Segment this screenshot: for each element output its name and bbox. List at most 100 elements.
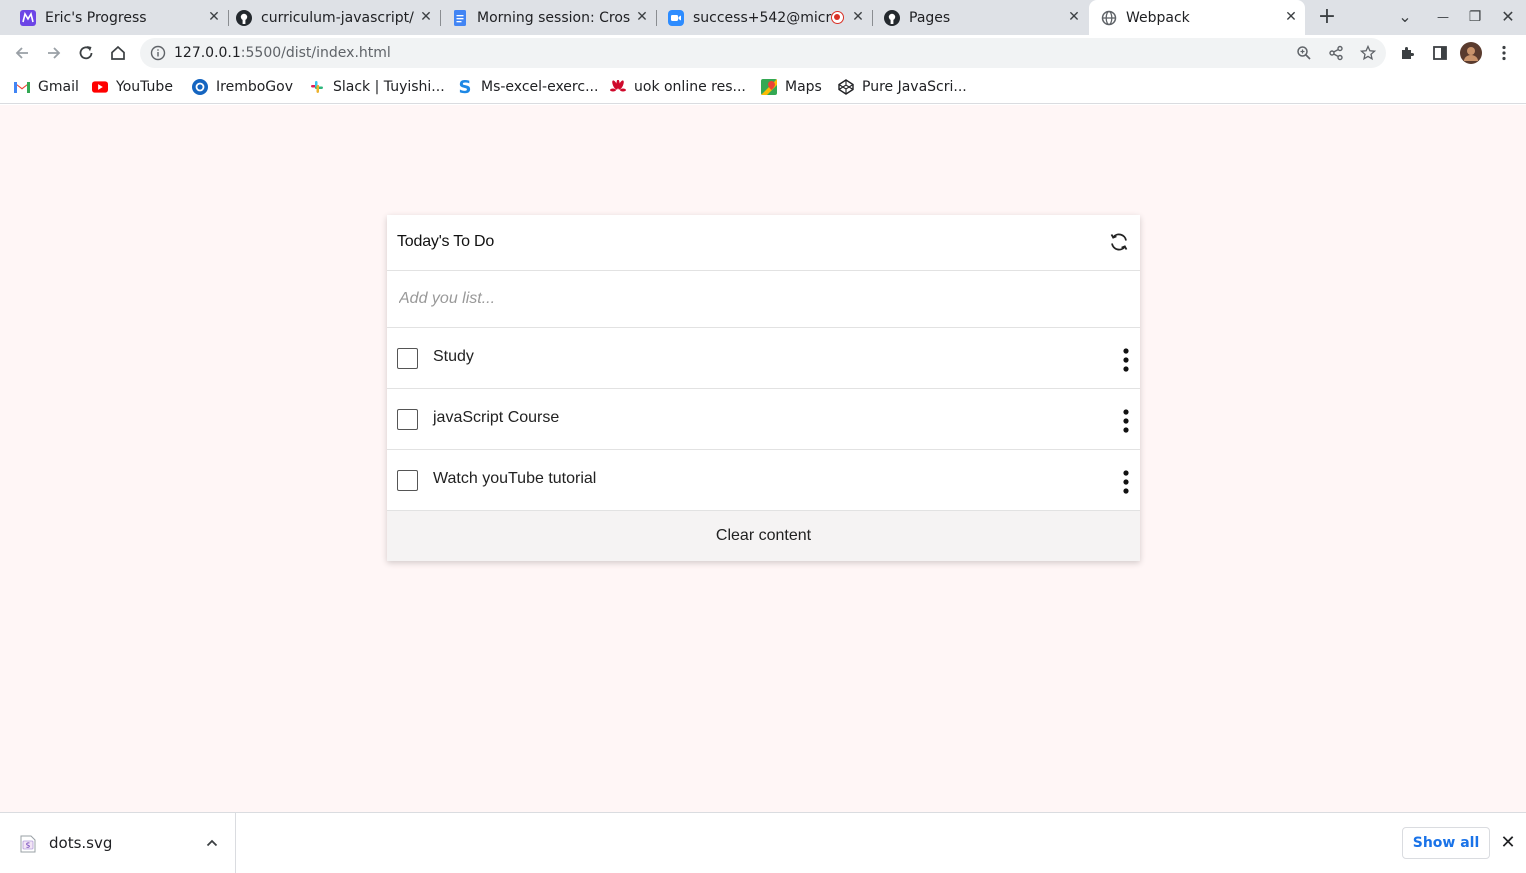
tab-title: Morning session: Cros <box>477 9 631 26</box>
bookmark-maps[interactable]: Maps <box>761 78 822 96</box>
chrome-menu-button[interactable] <box>1490 39 1518 67</box>
profile-avatar[interactable] <box>1457 39 1485 67</box>
todo-item: Watch youTube tutorial <box>387 450 1140 511</box>
bookmark-label: Ms-excel-exerc... <box>481 79 599 95</box>
github-icon <box>884 9 900 26</box>
bookmark-label: uok online res... <box>634 79 746 95</box>
vertical-dots-icon[interactable] <box>1118 346 1134 374</box>
arrow-left-icon <box>15 47 28 59</box>
back-button[interactable] <box>8 39 36 67</box>
window-close-button[interactable]: ✕ <box>1496 6 1520 28</box>
reload-icon <box>79 46 93 60</box>
todo-checkbox[interactable] <box>397 348 418 369</box>
globe-icon <box>1101 10 1117 26</box>
side-panel-icon <box>1433 46 1447 60</box>
download-file-name: dots.svg <box>49 834 113 852</box>
download-item[interactable]: dots.svg <box>0 813 236 873</box>
bookmark-pure-javascript[interactable]: Pure JavaScri... <box>838 78 967 96</box>
s-icon: S <box>458 76 472 98</box>
vertical-dots-icon[interactable] <box>1118 407 1134 435</box>
zoom-magnifier-icon[interactable] <box>1296 45 1312 61</box>
bookmark-uok[interactable]: uok online res... <box>610 78 746 96</box>
tab-curriculum-javascript[interactable]: curriculum-javascript/ ✕ <box>224 0 440 35</box>
address-bar[interactable]: 127.0.0.1:5500/dist/index.html <box>140 38 1386 68</box>
todo-label[interactable]: Watch youTube tutorial <box>433 470 596 488</box>
close-icon[interactable]: ✕ <box>634 9 650 25</box>
close-icon[interactable]: ✕ <box>850 9 866 25</box>
home-button[interactable] <box>104 39 132 67</box>
bookmark-ms-excel[interactable]: S Ms-excel-exerc... <box>457 76 599 98</box>
url-host: 127.0.0.1 <box>174 45 241 61</box>
tab-title: success+542@micr <box>693 9 832 26</box>
refresh-icon[interactable] <box>1108 231 1130 253</box>
bookmark-label: IremboGov <box>216 79 293 95</box>
tab-strip: Eric's Progress ✕ curriculum-javascript/… <box>0 0 1526 35</box>
close-icon[interactable]: ✕ <box>1066 9 1082 25</box>
add-todo-row <box>387 271 1140 328</box>
tab-title: curriculum-javascript/ <box>261 9 414 26</box>
todo-header: Today's To Do <box>387 215 1140 271</box>
todo-checkbox[interactable] <box>397 470 418 491</box>
todo-label[interactable]: Study <box>433 348 474 366</box>
browser-toolbar: 127.0.0.1:5500/dist/index.html <box>0 35 1526 71</box>
bookmark-label: Gmail <box>38 79 79 95</box>
huawei-icon <box>610 79 626 95</box>
todo-card: Today's To Do Study javaScript Course Wa… <box>387 215 1140 561</box>
restore-button[interactable]: ❐ <box>1463 6 1487 28</box>
url-path: :5500/dist/index.html <box>240 45 391 61</box>
star-icon[interactable] <box>1360 45 1376 61</box>
close-shelf-icon[interactable]: ✕ <box>1498 833 1518 853</box>
add-todo-input[interactable] <box>387 271 1140 327</box>
irembo-icon <box>192 79 208 95</box>
tab-pages[interactable]: Pages ✕ <box>872 0 1088 35</box>
download-shelf: dots.svg Show all ✕ <box>0 812 1526 873</box>
bookmark-label: Pure JavaScri... <box>862 79 967 95</box>
todo-checkbox[interactable] <box>397 409 418 430</box>
close-icon[interactable]: ✕ <box>206 9 222 25</box>
todo-title: Today's To Do <box>397 233 495 250</box>
bookmark-youtube[interactable]: YouTube <box>92 78 173 96</box>
google-docs-icon <box>452 9 468 26</box>
bookmark-label: Maps <box>785 79 822 95</box>
tab-title: Pages <box>909 9 951 26</box>
bookmark-label: YouTube <box>116 79 173 95</box>
reload-button[interactable] <box>72 39 100 67</box>
info-icon[interactable] <box>150 45 166 61</box>
share-icon[interactable] <box>1328 45 1344 61</box>
home-icon <box>111 45 125 60</box>
tab-title: Eric's Progress <box>45 9 147 26</box>
microverse-icon <box>20 9 36 26</box>
puzzle-icon <box>1402 47 1414 59</box>
extensions-button[interactable] <box>1394 39 1422 67</box>
avatar-icon <box>1460 42 1482 64</box>
tab-erics-progress[interactable]: Eric's Progress ✕ <box>8 0 228 35</box>
clear-content-button[interactable]: Clear content <box>387 511 1140 561</box>
todo-label[interactable]: javaScript Course <box>433 409 559 427</box>
tab-webpack[interactable]: Webpack ✕ <box>1089 0 1305 35</box>
new-tab-button[interactable]: + <box>1315 6 1339 28</box>
page-content: Today's To Do Study javaScript Course Wa… <box>0 105 1526 812</box>
github-icon <box>236 9 252 26</box>
zoom-icon <box>668 9 684 26</box>
minimize-button[interactable]: — <box>1431 6 1455 28</box>
vertical-dots-icon[interactable] <box>1118 468 1134 496</box>
kebab-menu-icon <box>1502 45 1506 61</box>
svg-file-icon <box>20 835 36 853</box>
side-panel-button[interactable] <box>1426 39 1454 67</box>
codepen-icon <box>838 79 854 95</box>
chevron-up-icon[interactable] <box>204 835 220 851</box>
gmail-icon <box>14 79 30 95</box>
forward-button[interactable] <box>40 39 68 67</box>
close-icon[interactable]: ✕ <box>1283 9 1299 25</box>
tab-morning-session[interactable]: Morning session: Cros ✕ <box>440 0 656 35</box>
tab-zoom-meeting[interactable]: success+542@micr ✕ <box>656 0 872 35</box>
youtube-icon <box>92 79 108 95</box>
show-all-button[interactable]: Show all <box>1402 827 1490 859</box>
url-text[interactable]: 127.0.0.1:5500/dist/index.html <box>174 45 391 61</box>
bookmarks-bar: Gmail YouTube IremboGov Slack | Tuyishi.… <box>0 71 1526 104</box>
bookmark-gmail[interactable]: Gmail <box>14 78 79 96</box>
bookmark-irembogov[interactable]: IremboGov <box>192 78 293 96</box>
close-icon[interactable]: ✕ <box>418 9 434 25</box>
tab-search-button[interactable]: ⌄ <box>1393 6 1417 28</box>
bookmark-slack[interactable]: Slack | Tuyishi... <box>309 78 445 96</box>
